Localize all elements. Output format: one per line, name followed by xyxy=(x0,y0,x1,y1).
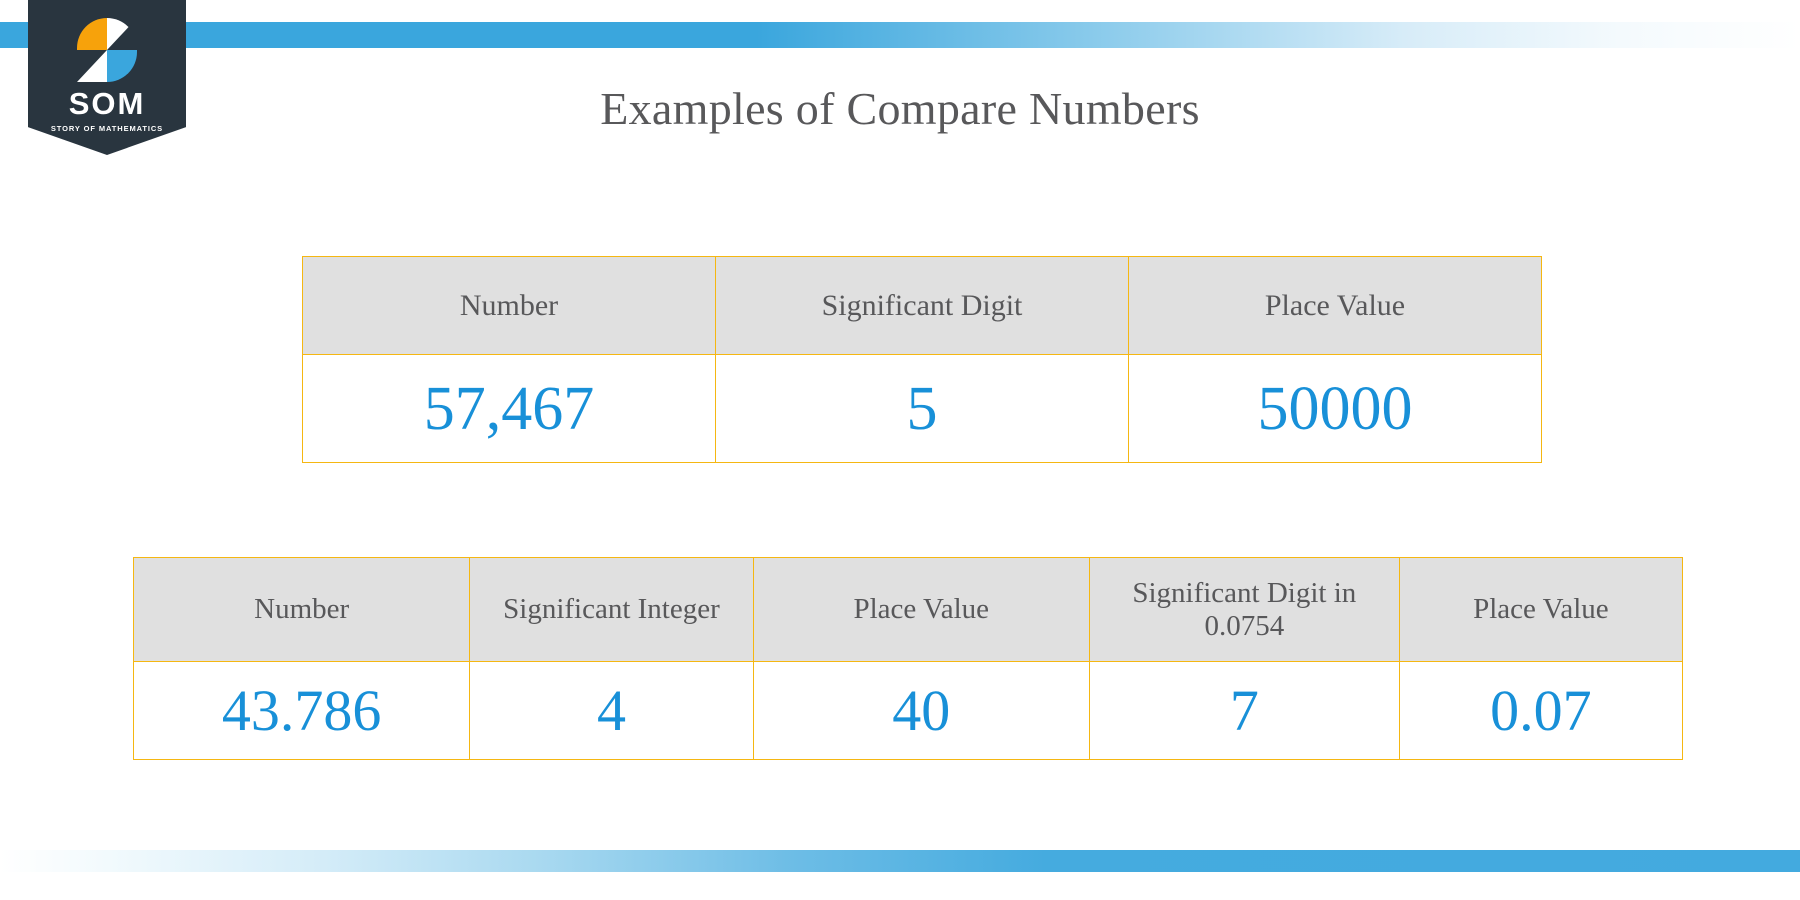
logo-quadrant-top-left-icon xyxy=(77,18,107,50)
som-logo-icon xyxy=(77,18,137,82)
table-header-row: Number Significant Integer Place Value S… xyxy=(132,557,1684,662)
slide-canvas: SOM STORY OF MATHEMATICS Examples of Com… xyxy=(0,0,1800,900)
table-header-row: Number Significant Digit Place Value xyxy=(302,256,1542,355)
logo-quadrant-bottom-left-icon xyxy=(77,50,107,82)
brand-logo-badge[interactable]: SOM STORY OF MATHEMATICS xyxy=(28,0,186,155)
table-row: 43.786 4 40 7 0.07 xyxy=(132,661,1684,760)
page-title: Examples of Compare Numbers xyxy=(600,83,1200,134)
cell-number: 43.786 xyxy=(132,661,471,760)
cell-place-value: 50000 xyxy=(1128,354,1542,463)
compare-numbers-table-two: Number Significant Integer Place Value S… xyxy=(132,557,1684,760)
column-header-place-value: Place Value xyxy=(1128,256,1542,355)
cell-significant-integer: 4 xyxy=(469,661,754,760)
cell-place-value-decimal: 0.07 xyxy=(1398,661,1684,760)
column-header-significant-integer: Significant Integer xyxy=(469,557,754,662)
logo-quadrant-top-right-icon xyxy=(107,18,137,50)
column-header-significant-digit: Significant Digit xyxy=(715,256,1129,355)
cell-significant-digit-decimal: 7 xyxy=(1088,661,1400,760)
column-header-place-value-decimal: Place Value xyxy=(1398,557,1684,662)
top-accent-bar xyxy=(0,22,1800,48)
logo-wordmark: SOM xyxy=(68,86,146,121)
column-header-place-value: Place Value xyxy=(752,557,1090,662)
column-header-number: Number xyxy=(132,557,471,662)
cell-number: 57,467 xyxy=(302,354,716,463)
cell-place-value: 40 xyxy=(752,661,1090,760)
logo-quadrant-bottom-right-icon xyxy=(107,50,137,82)
bottom-accent-bar xyxy=(0,850,1800,872)
cell-significant-digit: 5 xyxy=(715,354,1129,463)
table-row: 57,467 5 50000 xyxy=(302,354,1542,463)
logo-tagline: STORY OF MATHEMATICS xyxy=(50,124,164,133)
column-header-significant-digit-in-decimal: Significant Digit in 0.0754 xyxy=(1088,557,1400,662)
column-header-number: Number xyxy=(302,256,716,355)
compare-numbers-table-one: Number Significant Digit Place Value 57,… xyxy=(302,256,1542,463)
